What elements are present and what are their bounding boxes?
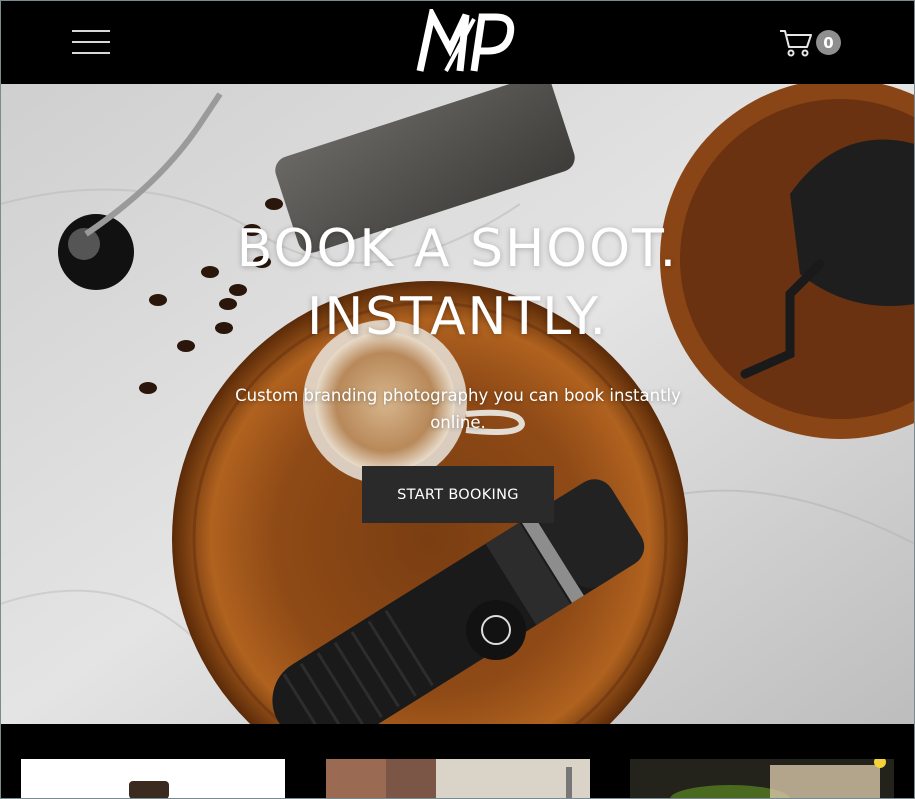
hamburger-menu-icon[interactable] — [72, 29, 110, 55]
hero-section: BOOK A SHOOT. INSTANTLY. Custom branding… — [0, 84, 915, 724]
coffee-grinder-photo — [21, 759, 285, 799]
site-header: 0 — [0, 0, 915, 84]
hero-content: BOOK A SHOOT. INSTANTLY. Custom branding… — [0, 84, 915, 724]
hero-title-line-1: BOOK A SHOOT. — [236, 219, 679, 279]
hero-subtitle: Custom branding photography you can book… — [235, 386, 681, 432]
shopping-cart-icon — [780, 30, 812, 57]
gallery-strip — [0, 724, 915, 799]
gallery-card-1[interactable] — [21, 759, 285, 799]
mp-logo-icon — [416, 4, 515, 72]
start-booking-button[interactable]: START BOOKING — [362, 466, 554, 523]
brand-logo[interactable] — [416, 4, 516, 75]
gallery-card-2[interactable] — [326, 759, 590, 799]
food-plate-photo — [630, 759, 894, 799]
cart-count-badge: 0 — [816, 30, 841, 55]
cart-button[interactable]: 0 — [779, 28, 843, 58]
barista-pouring-photo — [326, 759, 590, 799]
gallery-card-3[interactable] — [630, 759, 894, 799]
hero-title-line-2: INSTANTLY. — [306, 287, 609, 347]
